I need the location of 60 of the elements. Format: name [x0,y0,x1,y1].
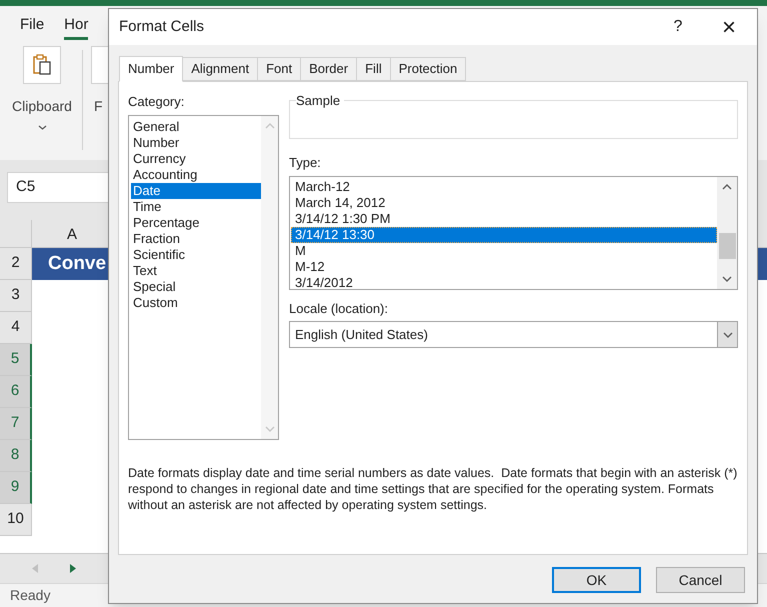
type-item[interactable]: 3/14/12 1:30 PM [291,210,717,226]
row-header[interactable]: 5 [0,344,32,376]
scroll-down-icon[interactable] [722,276,732,282]
dialog-tab[interactable]: Border [300,57,358,81]
dialog-tab[interactable]: Number [119,56,184,82]
scroll-up-icon[interactable] [722,184,732,190]
dialog-tab[interactable]: Alignment [182,57,258,81]
row-header[interactable]: 9 [0,472,32,504]
row-header[interactable]: 7 [0,408,32,440]
row-header[interactable]: 6 [0,376,32,408]
dialog-tab[interactable]: Protection [390,57,466,81]
category-item[interactable]: Number [131,134,261,150]
type-list[interactable]: March-12 March 14, 2012 3/14/12 1:30 PM 3/14/12 13:30 M M-12 3/14/2012 [289,176,738,290]
column-header[interactable]: A [32,220,112,247]
ok-button[interactable]: OK [552,567,641,593]
category-item[interactable]: Percentage [131,214,261,230]
status-text: Ready [10,586,50,605]
category-item[interactable]: Accounting [131,166,261,182]
locale-dropdown[interactable]: English (United States) [289,321,738,348]
locale-label: Locale (location): [289,300,389,318]
category-item[interactable]: Custom [131,294,261,310]
type-label: Type: [289,154,322,172]
clipboard-icon [32,54,52,76]
category-item[interactable]: Scientific [131,246,261,262]
type-item[interactable]: M [291,242,717,258]
dialog-tab[interactable]: Font [257,57,302,81]
type-item[interactable]: M-12 [291,258,717,274]
category-item[interactable]: Special [131,278,261,294]
row-header[interactable]: 3 [0,280,32,312]
dialog-tab[interactable]: Fill [356,57,391,81]
description-text: Date formats display date and time serial numbers as date values. Date formats that begin with an asterisk (*) respond to changes in regional date and time settings that are specified for the operating system. Formats without an asterisk are not affected by operating system settings. [128,464,738,512]
type-item[interactable]: March 14, 2012 [291,194,717,210]
row-header[interactable]: 4 [0,312,32,344]
row-header[interactable]: 2 [0,248,32,280]
chevron-down-icon[interactable] [38,125,46,130]
group-label: F [93,97,104,116]
chevron-down-icon[interactable] [722,332,732,338]
row-header[interactable]: 8 [0,440,32,472]
scroll-right-icon[interactable] [70,564,76,573]
window-title: Format Cells [119,16,206,37]
type-item[interactable]: 3/14/12 13:30 [291,226,717,242]
scroll-thumb[interactable] [718,232,736,258]
category-item[interactable]: General [131,118,261,134]
category-item[interactable]: Currency [131,150,261,166]
category-item[interactable]: Date [131,182,261,198]
paste-button[interactable] [23,46,61,84]
type-item[interactable]: March-12 [291,178,717,194]
help-button[interactable]: ? [655,10,701,44]
row-header[interactable]: 10 [0,504,32,536]
cancel-button[interactable]: Cancel [656,567,745,593]
close-button[interactable]: × [701,10,757,44]
category-label: Category: [128,93,186,111]
category-item[interactable]: Time [131,198,261,214]
type-item[interactable]: 3/14/2012 [291,274,717,290]
ribbon-tab[interactable]: File [20,14,44,40]
category-item[interactable]: Fraction [131,230,261,246]
category-list[interactable]: General Number Currency Accounting Date Time Percentage Fraction Scientific Text Special Custom [128,114,279,440]
ribbon-tab[interactable]: Hor [64,14,88,40]
group-label: Clipboard [12,97,72,116]
category-item[interactable]: Text [131,262,261,278]
